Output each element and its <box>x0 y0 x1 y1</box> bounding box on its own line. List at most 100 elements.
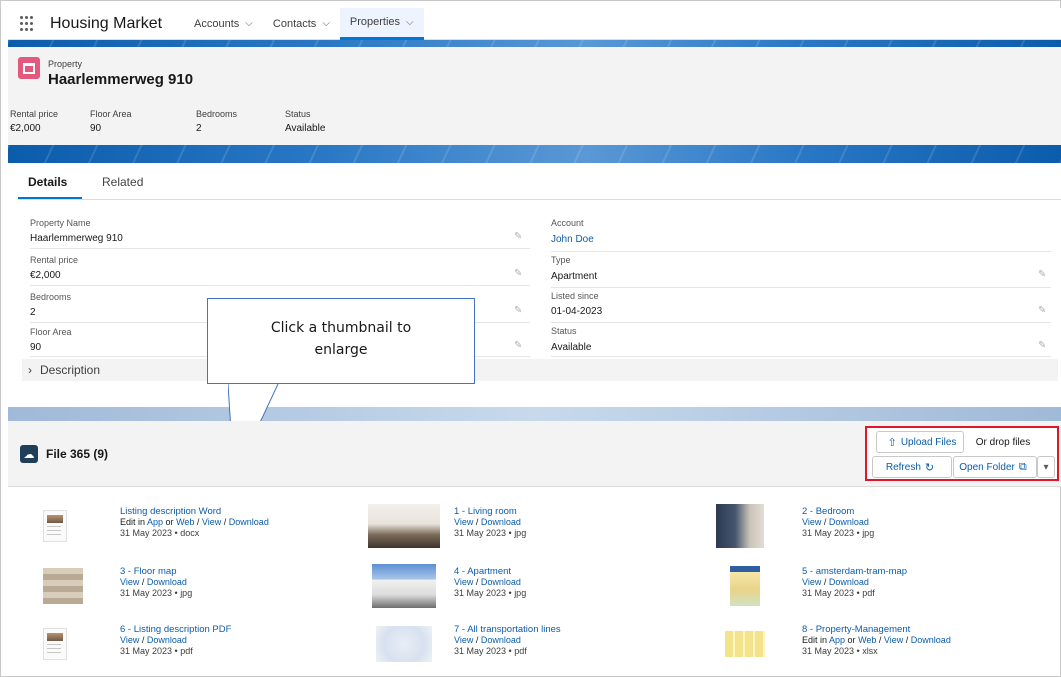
file-name-link[interactable]: 7 - All transportation lines <box>454 624 561 635</box>
file-action-view-link[interactable]: View <box>120 577 139 587</box>
nav-tab-properties[interactable]: Properties ⌵ <box>339 7 424 40</box>
file-actions: Edit in App or Web / View / Download <box>802 635 951 645</box>
chevron-down-icon: ▾ <box>1043 461 1049 473</box>
file-thumbnail[interactable] <box>716 504 788 548</box>
file-meta: 31 May 2023 • pdf <box>454 646 527 656</box>
file-action-download-link[interactable]: Download <box>481 517 521 527</box>
file-name-link[interactable]: 8 - Property-Management <box>802 624 951 635</box>
file-actions: View / Download <box>454 577 521 587</box>
file-action-view-link[interactable]: View <box>202 517 221 527</box>
pencil-icon[interactable]: ✎ <box>1038 305 1046 316</box>
tab-details[interactable]: Details <box>28 175 67 189</box>
description-label: Description <box>40 363 101 377</box>
file-action-view-link[interactable]: View <box>454 517 473 527</box>
file-meta: 31 May 2023 • jpg <box>454 528 527 538</box>
pencil-icon[interactable]: ✎ <box>514 268 522 279</box>
file-action-app-link[interactable]: App <box>147 517 163 527</box>
file-name-link[interactable]: 2 - Bedroom <box>802 506 874 517</box>
field-label-listed-since: Listed since <box>551 291 599 301</box>
chevron-down-icon[interactable]: ⌵ <box>406 17 414 28</box>
description-section-toggle[interactable]: › Description <box>22 359 1058 381</box>
file-thumbnail[interactable] <box>716 564 788 608</box>
file-action-view-link[interactable]: View <box>802 517 821 527</box>
file-actions: Edit in App or Web / View / Download <box>120 517 269 527</box>
upload-files-button[interactable]: ⇧ Upload Files <box>876 431 964 453</box>
open-folder-button[interactable]: Open Folder ⧉ <box>953 456 1037 478</box>
file-action-view-link[interactable]: View <box>454 577 473 587</box>
file-meta: 31 May 2023 • jpg <box>802 528 875 538</box>
file-action-download-link[interactable]: Download <box>481 635 521 645</box>
refresh-button[interactable]: Refresh ↻ <box>872 456 952 478</box>
drop-files-label: Or drop files <box>975 436 1031 448</box>
file-meta: 31 May 2023 • jpg <box>454 588 527 598</box>
file-action-download-link[interactable]: Download <box>829 517 869 527</box>
file-item: 6 - Listing description PDF View / Downlo… <box>34 622 364 666</box>
object-label: Property <box>48 59 83 69</box>
file-name-link[interactable]: Listing description Word <box>120 506 269 517</box>
file-action-download-link[interactable]: Download <box>481 577 521 587</box>
file-actions: View / Download <box>120 635 187 645</box>
pencil-icon[interactable]: ✎ <box>514 340 522 351</box>
file-name-link[interactable]: 1 - Living room <box>454 506 526 517</box>
nav-tab-contacts[interactable]: Contacts ⌵ <box>263 8 340 40</box>
field-label-rental-price: Rental price <box>30 255 79 265</box>
details-card: Details Related Property Name Haarlemmer… <box>8 163 1061 407</box>
file-action-view-link[interactable]: View <box>454 635 473 645</box>
file-action-view-link[interactable]: View <box>884 635 903 645</box>
file-name-link[interactable]: 5 - amsterdam-tram-map <box>802 566 907 577</box>
file-action-view-link[interactable]: View <box>802 577 821 587</box>
highlight-value: 90 <box>90 123 102 134</box>
chevron-down-icon[interactable]: ⌵ <box>322 18 330 29</box>
file-meta: 31 May 2023 • jpg <box>120 588 193 598</box>
field-label-status: Status <box>551 326 577 336</box>
app-name: Housing Market <box>50 14 163 32</box>
file-thumbnail[interactable] <box>34 504 106 548</box>
file-actions: View / Download <box>120 577 187 587</box>
file-action-download-link[interactable]: Download <box>829 577 869 587</box>
decorative-band <box>8 40 1061 47</box>
file-item: 4 - Apartment View / Download 31 May 2023 … <box>368 564 698 608</box>
file-thumbnail[interactable] <box>368 564 440 608</box>
field-label-type: Type <box>551 255 571 265</box>
file-item: Listing description Word Edit in App or W… <box>34 504 364 548</box>
highlight-value: 2 <box>196 123 202 134</box>
file-action-download-link[interactable]: Download <box>911 635 951 645</box>
app-launcher-icon[interactable] <box>20 15 36 32</box>
field-value-bedrooms: 2 <box>30 307 36 318</box>
tab-related[interactable]: Related <box>102 175 143 189</box>
file-action-web-link[interactable]: Web <box>176 517 194 527</box>
pencil-icon[interactable]: ✎ <box>514 305 522 316</box>
file-action-view-link[interactable]: View <box>120 635 139 645</box>
file-meta: 31 May 2023 • xlsx <box>802 646 878 656</box>
file-thumbnail[interactable] <box>34 622 106 666</box>
file-action-app-link[interactable]: App <box>829 635 845 645</box>
field-value-rental-price: €2,000 <box>30 270 61 281</box>
highlight-value: Available <box>285 123 326 134</box>
highlight-label: Bedrooms <box>196 109 238 119</box>
more-actions-dropdown[interactable]: ▾ <box>1037 456 1055 478</box>
file-action-download-link[interactable]: Download <box>147 635 187 645</box>
field-value-account-link[interactable]: John Doe <box>551 234 594 245</box>
file-item: 7 - All transportation lines View / Downl… <box>368 622 698 666</box>
file-thumbnail[interactable] <box>716 622 788 666</box>
nav-tab-accounts[interactable]: Accounts ⌵ <box>184 8 263 40</box>
highlight-label: Floor Area <box>90 109 132 119</box>
file-action-download-link[interactable]: Download <box>147 577 187 587</box>
file-name-link[interactable]: 3 - Floor map <box>120 566 192 577</box>
chevron-down-icon[interactable]: ⌵ <box>245 18 253 29</box>
record-title: Haarlemmerweg 910 <box>48 71 194 88</box>
file-name-link[interactable]: 6 - Listing description PDF <box>120 624 231 635</box>
file-name-link[interactable]: 4 - Apartment <box>454 566 526 577</box>
field-value-status: Available <box>551 342 592 353</box>
file-action-download-link[interactable]: Download <box>229 517 269 527</box>
file-thumbnail[interactable] <box>368 504 440 548</box>
file-item: 8 - Property-Management Edit in App or We… <box>716 622 1046 666</box>
pencil-icon[interactable]: ✎ <box>1038 340 1046 351</box>
file-thumbnail[interactable] <box>34 564 106 608</box>
pencil-icon[interactable]: ✎ <box>514 231 522 242</box>
file-thumbnail[interactable] <box>368 622 440 666</box>
pencil-icon[interactable]: ✎ <box>1038 269 1046 280</box>
callout-text-line: enlarge <box>314 342 368 358</box>
file-action-web-link[interactable]: Web <box>858 635 876 645</box>
refresh-icon: ↻ <box>924 461 935 474</box>
